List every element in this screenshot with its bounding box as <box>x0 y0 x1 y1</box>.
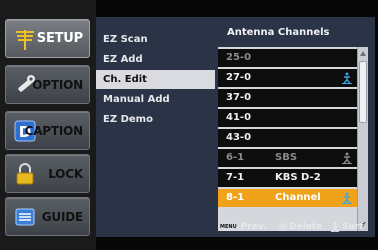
channel-number: 7-1 <box>226 172 245 183</box>
hint-surf-label: Surf <box>342 222 364 232</box>
hint-bar: MENU Prev. Delete Surf <box>215 219 375 237</box>
category-label: CAPTION <box>24 124 84 138</box>
category-label: SETUP <box>36 31 83 46</box>
channel-number: 41-0 <box>226 112 252 123</box>
guide-icon <box>15 208 35 226</box>
channel-name: SBS <box>275 152 298 163</box>
category-option[interactable]: OPTION <box>5 65 90 104</box>
antenna-icon <box>16 30 34 50</box>
channel-row[interactable]: 25-0 <box>218 49 357 67</box>
channel-number: 8-1 <box>226 192 245 203</box>
surf-icon <box>342 72 352 84</box>
category-label: OPTION <box>32 78 83 92</box>
category-column: SETUP OPTION D CAPTION LOCK GUIDE <box>0 0 96 250</box>
channel-name: KBS D-2 <box>275 172 321 183</box>
menu-item-ez-scan[interactable]: EZ Scan <box>96 30 215 49</box>
channel-row[interactable]: 7-1 KBS D-2 <box>218 169 357 187</box>
panel-title: Antenna Channels <box>227 27 330 38</box>
channel-row[interactable]: 6-1 SBS <box>218 149 357 167</box>
lock-icon <box>16 163 34 185</box>
hint-delete-label: Delete <box>289 222 323 232</box>
channel-row[interactable]: 37-0 <box>218 89 357 107</box>
submenu-column: EZ Scan EZ Add Ch. Edit Manual Add EZ De… <box>96 17 215 237</box>
ok-button-icon <box>279 223 287 231</box>
surf-icon <box>342 192 352 204</box>
hint-prev: MENU Prev. <box>218 222 266 232</box>
category-guide[interactable]: GUIDE <box>5 197 90 236</box>
channel-number: 25-0 <box>226 52 252 63</box>
channel-number: 37-0 <box>226 92 252 103</box>
channel-scrollbar[interactable] <box>357 47 368 231</box>
menu-item-ez-add[interactable]: EZ Add <box>96 50 215 69</box>
scroll-up-arrow-icon[interactable] <box>360 51 366 56</box>
scroll-thumb[interactable] <box>359 61 367 123</box>
hint-surf: Surf <box>330 222 363 232</box>
channel-row[interactable]: 27-0 <box>218 69 357 87</box>
channel-number: 43-0 <box>226 132 252 143</box>
category-caption[interactable]: D CAPTION <box>5 111 90 150</box>
hint-delete: Delete <box>279 222 322 232</box>
menu-item-ch-edit[interactable]: Ch. Edit <box>96 70 215 89</box>
menu-item-ez-demo[interactable]: EZ Demo <box>96 110 215 129</box>
hint-prev-label: Prev. <box>240 222 267 232</box>
tv-menu-screen: SETUP OPTION D CAPTION LOCK GUIDE EZ Sca… <box>0 0 378 250</box>
channel-number: 6-1 <box>226 152 245 163</box>
category-label: GUIDE <box>41 210 83 224</box>
channel-panel: Antenna Channels 25-0 27-0 37-0 41-0 43-… <box>215 17 375 237</box>
channel-name: Channel <box>275 192 321 203</box>
menu-item-manual-add[interactable]: Manual Add <box>96 90 215 109</box>
channel-number: 27-0 <box>226 72 252 83</box>
category-label: LOCK <box>48 167 83 181</box>
channel-row[interactable]: 43-0 <box>218 129 357 147</box>
channel-row-selected[interactable]: 8-1 Channel <box>218 189 357 207</box>
channel-row[interactable]: 41-0 <box>218 109 357 127</box>
category-setup[interactable]: SETUP <box>5 19 90 58</box>
surf-icon <box>330 222 340 232</box>
category-lock[interactable]: LOCK <box>5 154 90 193</box>
surf-icon <box>342 152 352 164</box>
menu-key-icon: MENU <box>218 223 239 231</box>
